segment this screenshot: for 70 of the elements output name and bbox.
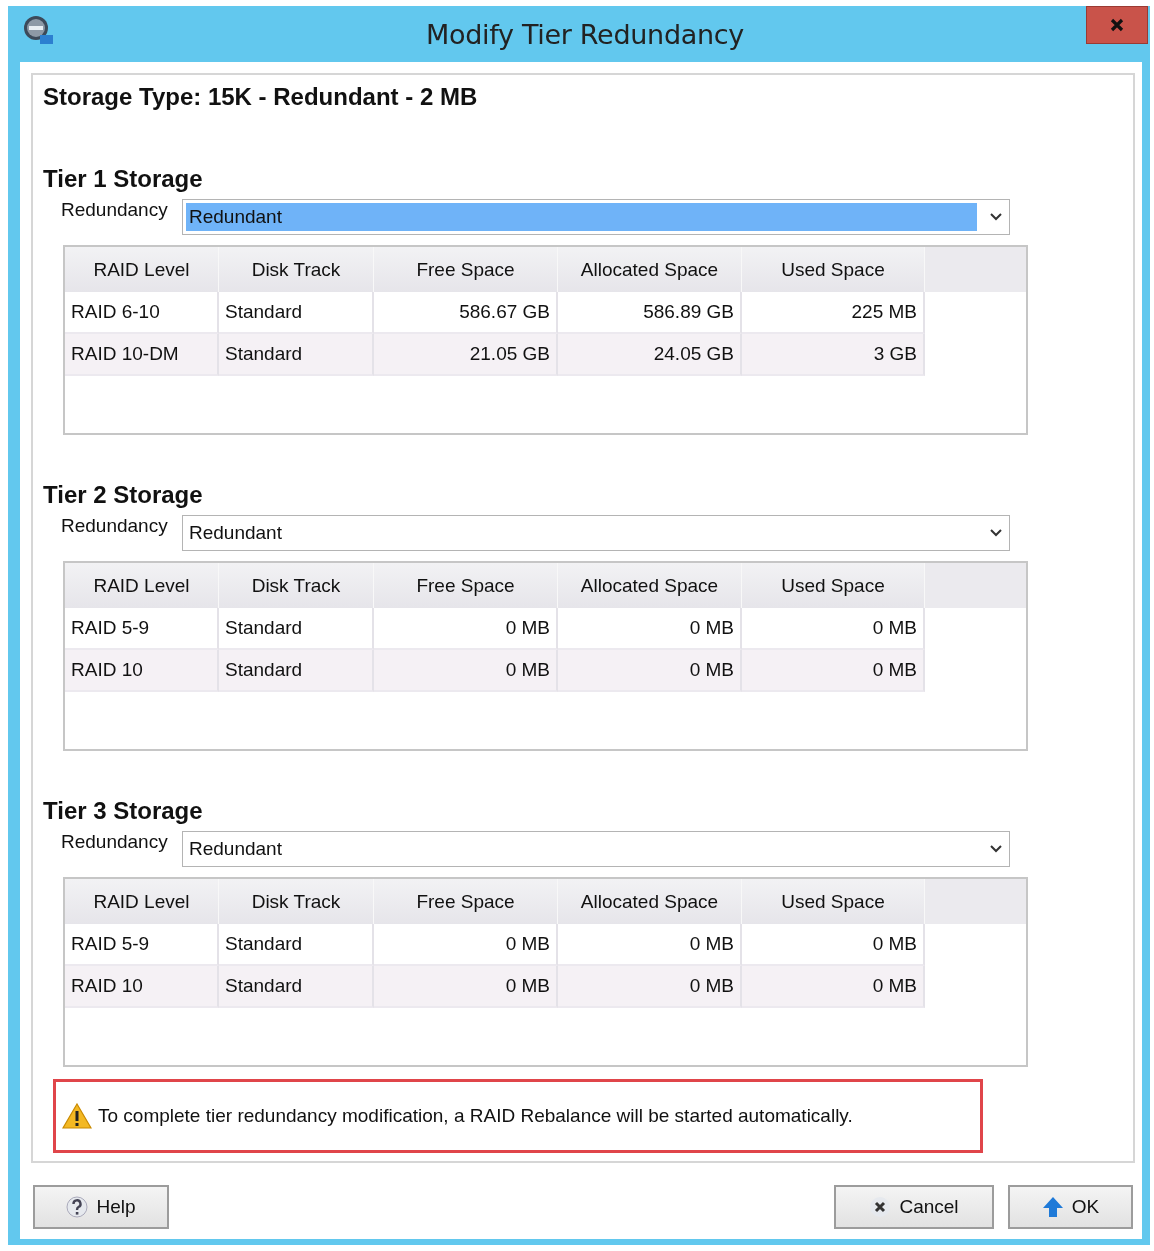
column-header: Allocated Space (558, 563, 742, 608)
close-button[interactable] (1086, 6, 1148, 44)
table-cell: 0 MB (558, 650, 742, 692)
table-cell: 0 MB (374, 650, 558, 692)
table-cell: 21.05 GB (374, 334, 558, 376)
table-cell: Standard (219, 608, 374, 650)
table-cell: 0 MB (374, 924, 558, 966)
column-header: Free Space (374, 247, 558, 292)
storage-type-heading: Storage Type: 15K - Redundant - 2 MB (43, 83, 479, 112)
table-cell: 0 MB (558, 608, 742, 650)
section-heading: Tier 1 Storage (43, 165, 204, 194)
caret-icon (989, 212, 1003, 222)
table-cell: 3 GB (742, 334, 925, 376)
redundancy-dropdown[interactable]: Redundant (182, 831, 1010, 867)
table-cell: 0 MB (558, 966, 742, 1008)
redundancy-dropdown[interactable]: Redundant (182, 515, 1010, 551)
arrow-up-icon (1041, 1196, 1064, 1218)
table-cell: 0 MB (374, 608, 558, 650)
table-cell: 586.89 GB (558, 292, 742, 334)
cancel-button[interactable]: Cancel (834, 1185, 994, 1229)
column-header: Allocated Space (558, 247, 742, 292)
table-cell: Standard (219, 334, 374, 376)
table-cell: Standard (219, 924, 374, 966)
table-cell: Standard (219, 966, 374, 1008)
table-cell: 24.05 GB (558, 334, 742, 376)
warning-icon (62, 1103, 92, 1129)
close-icon (1109, 17, 1125, 33)
column-header: RAID Level (65, 879, 219, 924)
table-cell: 586.67 GB (374, 292, 558, 334)
field-label: Redundancy (60, 515, 169, 537)
column-header: Used Space (742, 879, 925, 924)
close-icon (869, 1196, 892, 1218)
table-cell: 0 MB (742, 608, 925, 650)
column-header: Disk Track (219, 247, 374, 292)
app-icon (22, 15, 54, 45)
table-cell: RAID 10 (65, 966, 219, 1008)
column-header: Free Space (374, 563, 558, 608)
table-cell: 0 MB (374, 966, 558, 1008)
window-title: Modify Tier Redundancy (424, 18, 745, 50)
column-header: Disk Track (219, 879, 374, 924)
caret-icon (989, 844, 1003, 854)
table-cell: 0 MB (742, 966, 925, 1008)
section-heading: Tier 3 Storage (43, 797, 204, 826)
help-button[interactable]: Help (33, 1185, 169, 1229)
table-cell: Standard (219, 292, 374, 334)
table-cell: 0 MB (742, 650, 925, 692)
caret-icon (989, 528, 1003, 538)
column-header: Allocated Space (558, 879, 742, 924)
field-label: Redundancy (60, 831, 169, 853)
column-header: RAID Level (65, 247, 219, 292)
help-icon (66, 1196, 89, 1218)
table-cell: 225 MB (742, 292, 925, 334)
table-cell: RAID 5-9 (65, 924, 219, 966)
table-cell: 0 MB (742, 924, 925, 966)
table-cell: RAID 10-DM (65, 334, 219, 376)
redundancy-dropdown[interactable]: Redundant (182, 199, 1010, 235)
field-label: Redundancy (60, 199, 169, 221)
ok-button[interactable]: OK (1008, 1185, 1133, 1229)
table-cell: RAID 6-10 (65, 292, 219, 334)
table-cell: RAID 10 (65, 650, 219, 692)
warning-text: To complete tier redundancy modification, a RAID Rebalance will be started automatically. (98, 1105, 853, 1127)
table-cell: Standard (219, 650, 374, 692)
column-header: Used Space (742, 563, 925, 608)
column-header: Disk Track (219, 563, 374, 608)
column-header: Used Space (742, 247, 925, 292)
table-cell: 0 MB (558, 924, 742, 966)
column-header: RAID Level (65, 563, 219, 608)
section-heading: Tier 2 Storage (43, 481, 204, 510)
table-cell: RAID 5-9 (65, 608, 219, 650)
column-header: Free Space (374, 879, 558, 924)
